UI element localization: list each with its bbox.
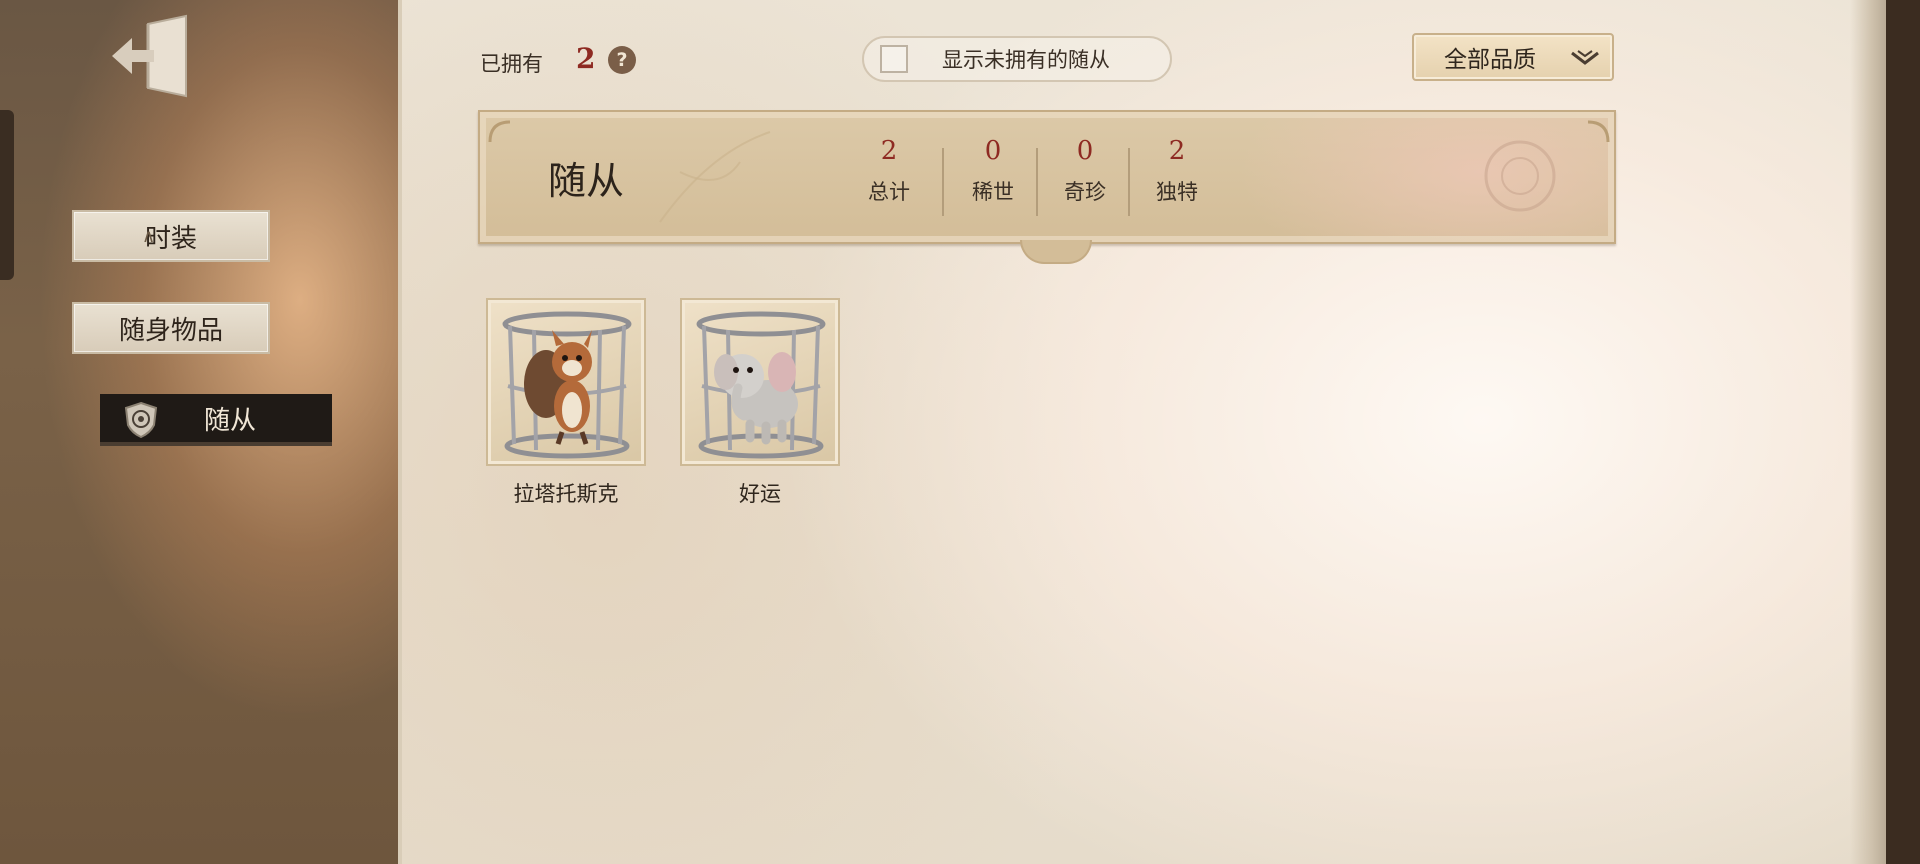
show-unowned-label: 显示未拥有的随从	[942, 48, 1110, 72]
help-icon[interactable]: ?	[608, 46, 636, 74]
banner-title: 随从	[548, 159, 625, 203]
page-edge	[1850, 0, 1886, 864]
shield-emblem-icon	[124, 401, 158, 439]
stat-rare-label: 稀世	[972, 180, 1014, 204]
stat-unique-value: 2	[1168, 136, 1186, 166]
edge-handle	[0, 110, 14, 280]
tab-followers[interactable]: 随从	[100, 394, 332, 446]
stat-rare: 0 稀世	[948, 136, 1038, 206]
show-unowned-checkbox[interactable]	[880, 45, 908, 73]
owned-label: 已拥有	[480, 52, 543, 76]
quality-filter-dropdown[interactable]: 全部品质	[1412, 33, 1614, 81]
stat-divider	[1036, 148, 1038, 216]
exit-button[interactable]	[108, 14, 192, 98]
tab-followers-label: 随从	[204, 405, 257, 436]
stat-total-label: 总计	[868, 180, 910, 204]
owned-count: 2	[576, 42, 596, 75]
tab-accessories-label: 随身物品	[118, 315, 223, 346]
stat-unique: 2 独特	[1132, 136, 1222, 206]
stat-unique-label: 独特	[1156, 180, 1198, 204]
tab-fashion[interactable]: ∧ 时装	[72, 210, 270, 262]
stat-rare-value: 0	[984, 136, 1002, 166]
quality-filter-value: 全部品质	[1444, 47, 1536, 73]
squirrel-in-cage-icon	[502, 311, 632, 459]
follower-name: 拉塔托斯克	[513, 482, 619, 506]
follower-card[interactable]	[486, 298, 646, 466]
caret-icon: ∧	[142, 226, 156, 247]
stat-divider	[1128, 148, 1130, 216]
exit-door-icon	[112, 14, 187, 98]
stat-total: 2 总计	[844, 136, 934, 206]
follower-name: 好运	[739, 482, 781, 506]
chevron-down-icon	[1571, 50, 1599, 65]
stat-treasure-label: 奇珍	[1064, 180, 1106, 204]
stat-treasure: 0 奇珍	[1040, 136, 1130, 206]
elephant-in-cage-icon	[696, 311, 826, 459]
tab-accessories[interactable]: 随身物品	[72, 302, 270, 354]
follower-card[interactable]	[680, 298, 840, 466]
stat-treasure-value: 0	[1076, 136, 1094, 166]
stat-divider	[942, 148, 944, 216]
show-unowned-toggle[interactable]: 显示未拥有的随从	[862, 36, 1172, 82]
side-panel: ∧ 时装 随身物品 随从	[0, 0, 405, 864]
stat-total-value: 2	[880, 136, 898, 166]
